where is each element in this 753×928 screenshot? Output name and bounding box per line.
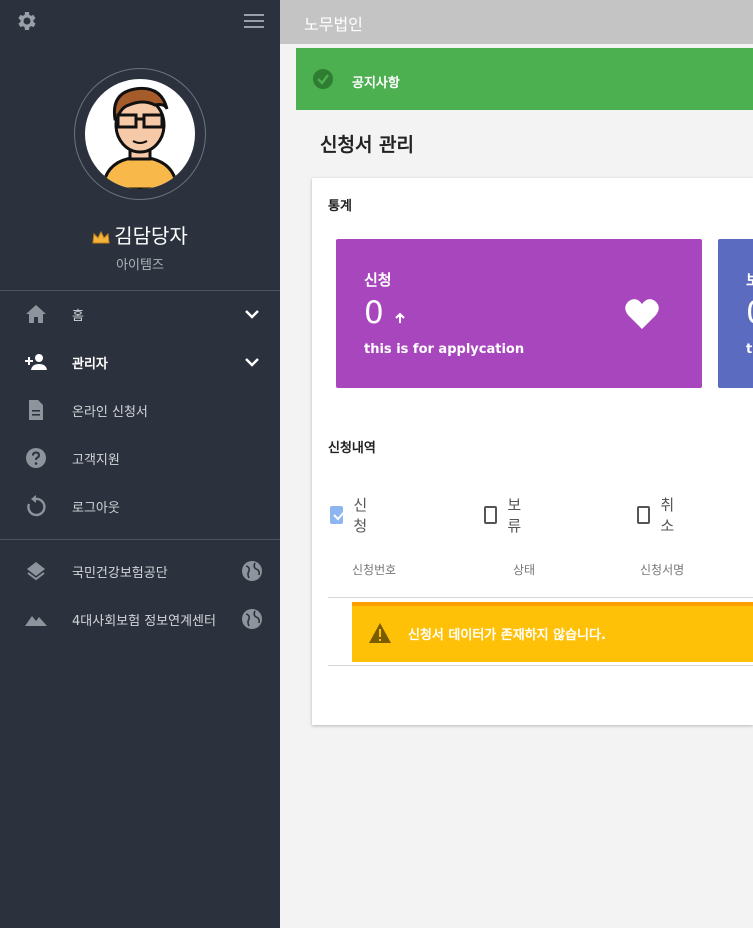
- stat-subtitle: th: [746, 342, 753, 357]
- stat-label: 보: [746, 271, 753, 289]
- sidebar-divider: [0, 539, 280, 540]
- filter-label: 보류: [507, 496, 522, 535]
- check-circle-icon: [313, 69, 333, 89]
- sidebar-link-label: 국민건강보험공단: [72, 565, 168, 581]
- person-add-icon: [25, 354, 47, 370]
- sidebar-item-label: 고객지원: [72, 452, 120, 468]
- column-header-number[interactable]: 신청번호: [352, 561, 396, 578]
- column-header-form-name[interactable]: 신청서명: [640, 561, 684, 578]
- home-icon: [26, 305, 46, 323]
- sidebar-top: [0, 0, 280, 44]
- globe-icon[interactable]: [241, 560, 263, 582]
- top-bar: 노무법인: [280, 0, 753, 44]
- avatar[interactable]: [74, 68, 206, 200]
- help-icon: [26, 448, 46, 468]
- crown-icon: [92, 230, 110, 243]
- globe-icon[interactable]: [241, 608, 263, 630]
- filter-cancel-checkbox[interactable]: 취소: [637, 494, 679, 536]
- empty-warning: 신청서 데이터가 존재하지 않습니다.: [352, 602, 753, 662]
- filter-application-checkbox[interactable]: 신청: [330, 494, 372, 536]
- notice-banner[interactable]: 공지사항: [296, 48, 753, 110]
- document-icon: [29, 400, 43, 420]
- column-header-status[interactable]: 상태: [513, 561, 535, 578]
- sidebar-item-online-application[interactable]: 온라인 신청서: [0, 386, 280, 434]
- stat-label: 신청: [364, 271, 392, 289]
- avatar-image: [85, 79, 195, 189]
- stat-subtitle: this is for applycation: [364, 342, 525, 357]
- warning-icon: [369, 623, 391, 643]
- stat-card-application[interactable]: 신청 0 this is for applycation: [336, 239, 702, 388]
- page-title: 신청서 관리: [320, 134, 415, 156]
- user-name: 김담당자: [114, 224, 188, 248]
- sidebar-item-label: 홈: [72, 308, 84, 324]
- sidebar-link-nhis[interactable]: 국민건강보험공단: [0, 547, 280, 595]
- sidebar-item-home[interactable]: 홈: [0, 290, 280, 338]
- check-icon: [333, 510, 346, 521]
- sidebar-item-support[interactable]: 고객지원: [0, 434, 280, 482]
- stat-value: 0: [746, 295, 753, 331]
- heart-icon: [625, 299, 659, 329]
- arrow-up-icon: [395, 312, 405, 323]
- table-divider: [328, 597, 753, 598]
- user-org: 아이템즈: [116, 258, 164, 273]
- checkbox-unchecked[interactable]: [484, 506, 498, 524]
- sidebar-item-admin[interactable]: 관리자: [0, 338, 280, 386]
- sidebar-item-label: 로그아웃: [72, 500, 120, 516]
- filter-label: 신청: [353, 496, 368, 535]
- sidebar-item-label: 관리자: [72, 356, 108, 372]
- sidebar-item-label: 온라인 신청서: [72, 404, 148, 420]
- stats-section-title: 통계: [328, 199, 352, 214]
- empty-warning-text: 신청서 데이터가 존재하지 않습니다.: [408, 628, 606, 643]
- history-section-title: 신청내역: [328, 441, 376, 456]
- sidebar-link-label: 4대사회보험 정보연계센터: [72, 613, 216, 629]
- content-card: 통계 신청 0 this is for applycation 보 0 th 신…: [312, 178, 753, 725]
- checkbox-unchecked[interactable]: [637, 506, 651, 524]
- filter-label: 취소: [660, 496, 675, 535]
- landscape-icon: [25, 616, 47, 626]
- sidebar-item-logout[interactable]: 로그아웃: [0, 482, 280, 530]
- stat-value: 0: [364, 295, 384, 331]
- sidebar: 김담당자 아이템즈 홈 관리자 온라인 신청서 고객지원 로그아웃 국민건강보험…: [0, 0, 280, 928]
- chevron-down-icon[interactable]: [243, 355, 261, 369]
- gear-icon[interactable]: [14, 9, 38, 33]
- table-divider: [328, 665, 753, 666]
- layers-icon: [27, 562, 45, 581]
- stat-card-hold[interactable]: 보 0 th: [718, 239, 753, 388]
- sidebar-link-4insure[interactable]: 4대사회보험 정보연계센터: [0, 595, 280, 643]
- menu-icon[interactable]: [244, 13, 264, 29]
- filter-hold-checkbox[interactable]: 보류: [484, 494, 526, 536]
- app-title: 노무법인: [304, 15, 363, 34]
- user-name-row: 김담당자: [0, 220, 280, 249]
- logout-icon: [27, 495, 46, 517]
- chevron-down-icon[interactable]: [243, 307, 261, 321]
- notice-text: 공지사항: [352, 76, 400, 91]
- checkbox-checked[interactable]: [330, 506, 346, 524]
